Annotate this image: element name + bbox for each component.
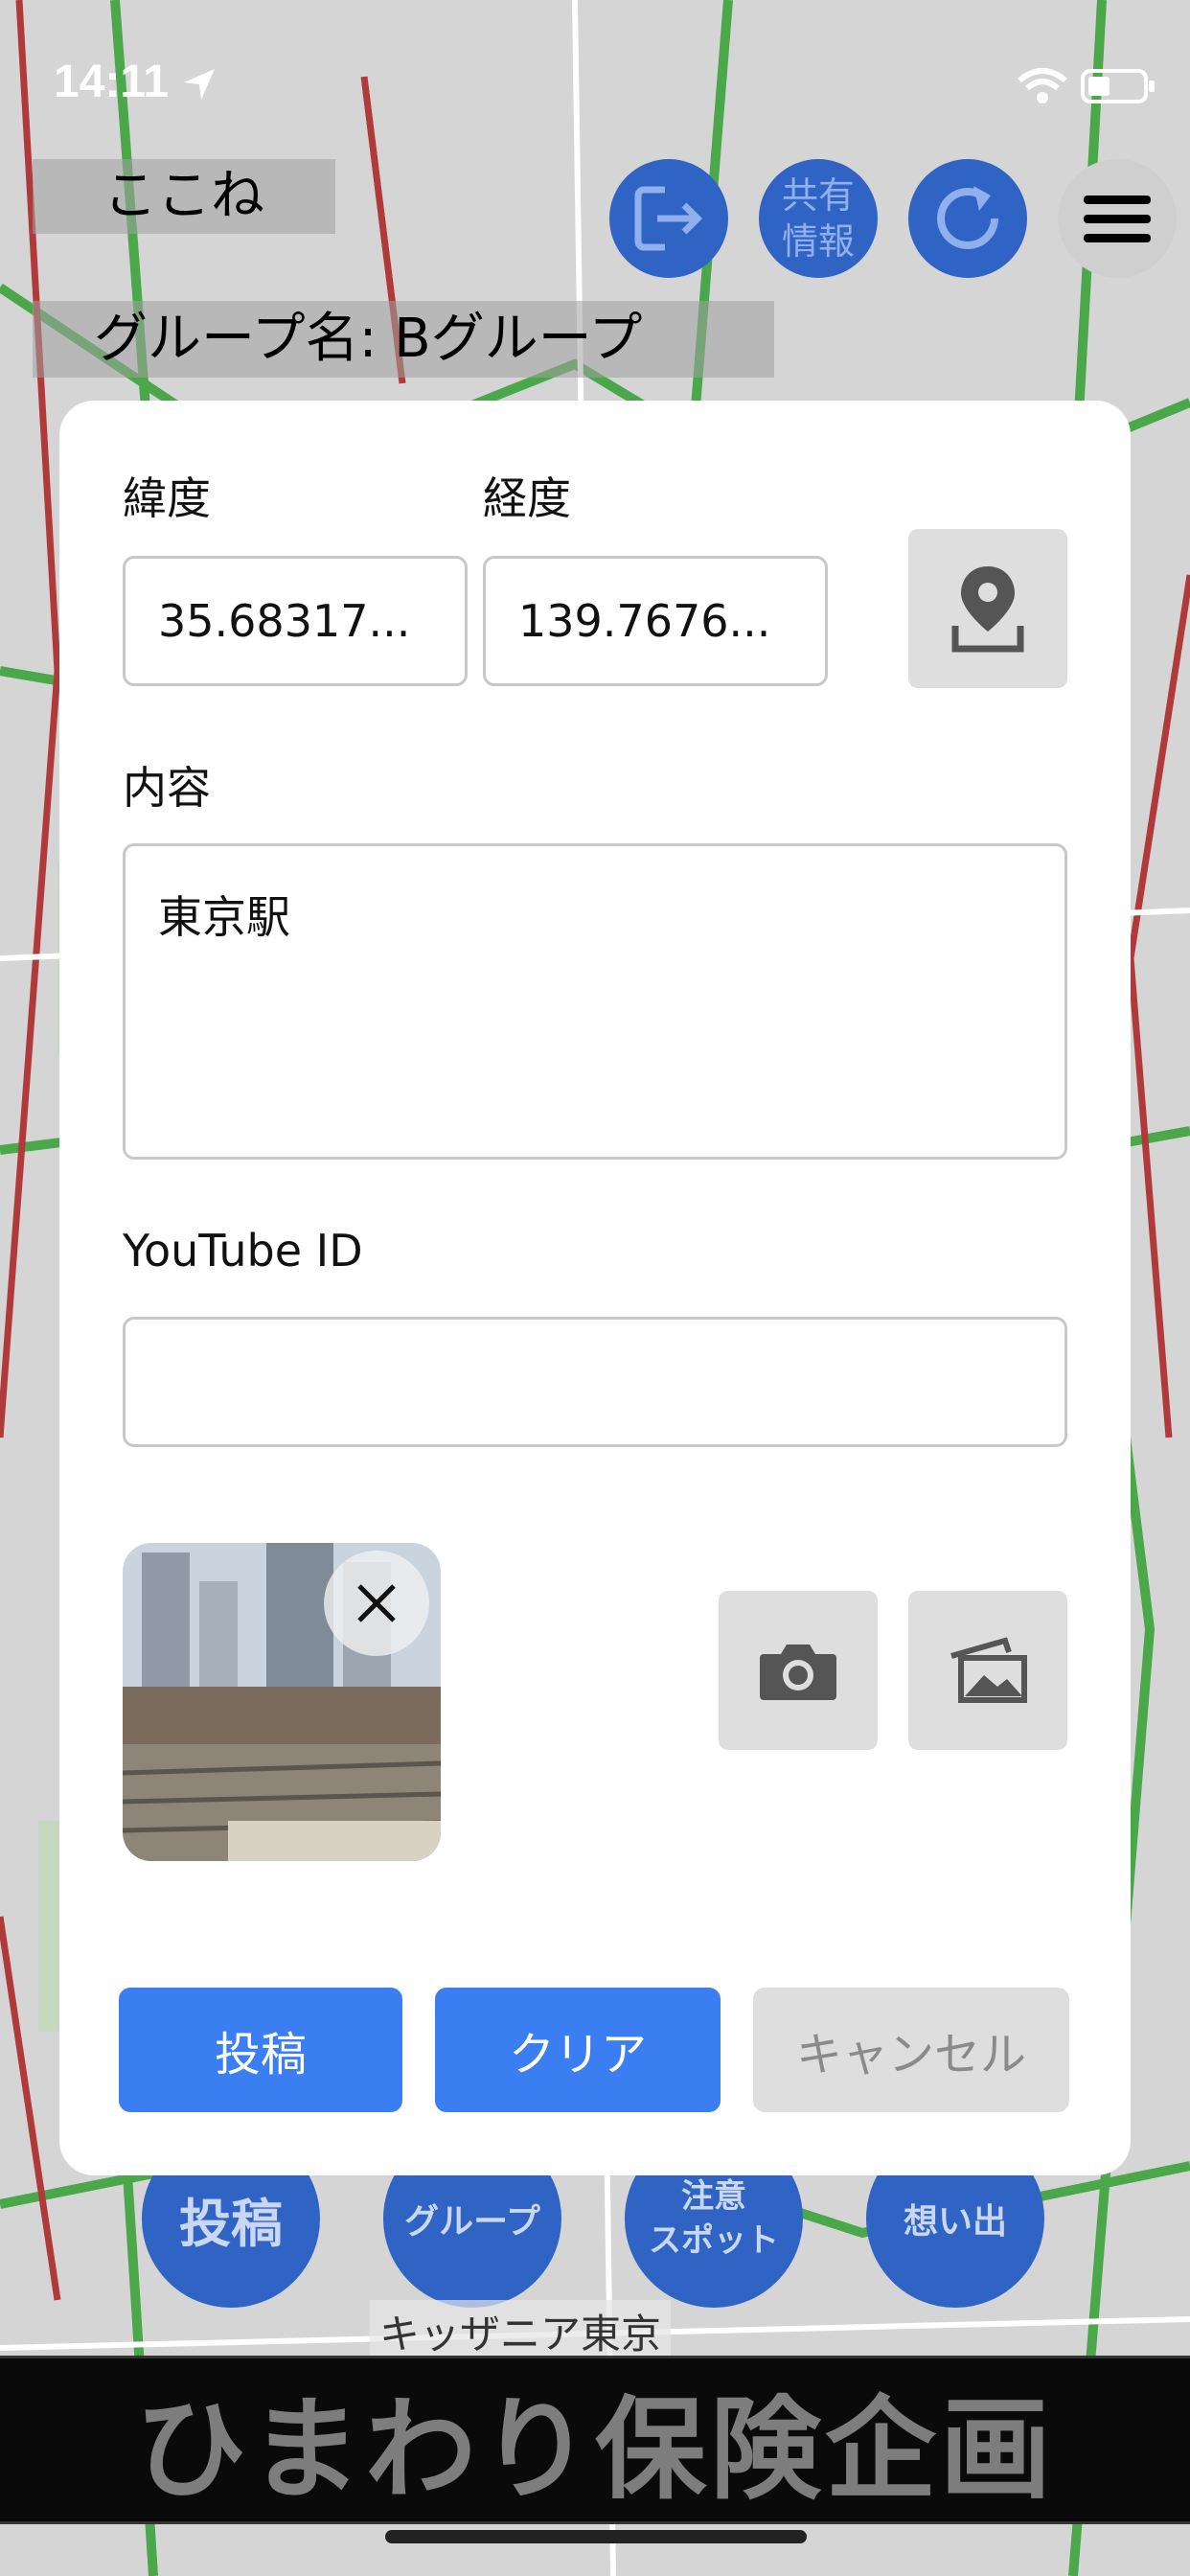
- photo-library-icon: [950, 1637, 1027, 1703]
- share-info-label-line2: 情報: [781, 220, 855, 263]
- battery-icon: [1081, 69, 1155, 104]
- wifi-icon: [1018, 68, 1067, 104]
- map-caution-label-line1: 注意: [681, 2177, 746, 2216]
- status-bar: 14:11: [0, 0, 1190, 144]
- submit-button[interactable]: 投稿: [119, 1988, 402, 2112]
- home-indicator: [385, 2530, 807, 2543]
- map-place-label: キッザニア東京: [370, 2300, 672, 2362]
- content-textarea[interactable]: 東京駅: [123, 843, 1067, 1160]
- hamburger-icon: [1084, 196, 1151, 242]
- cancel-button[interactable]: キャンセル: [753, 1988, 1069, 2112]
- location-arrow-icon: [184, 69, 215, 100]
- camera-button[interactable]: [719, 1591, 878, 1750]
- map-memories-label: 想い出: [903, 2202, 1007, 2242]
- ad-banner[interactable]: ひまわり保険企画: [0, 2356, 1190, 2524]
- map-pin-icon: [951, 566, 1024, 653]
- clear-button[interactable]: クリア: [435, 1988, 721, 2112]
- refresh-button[interactable]: [908, 159, 1027, 278]
- map-post-label: 投稿: [179, 2193, 283, 2254]
- close-icon: [357, 1584, 396, 1622]
- latitude-label: 緯度: [123, 472, 211, 524]
- content-label: 内容: [123, 762, 211, 814]
- youtube-id-label: YouTube ID: [123, 1225, 363, 1276]
- map-caution-label-line2: スポット: [649, 2221, 779, 2260]
- group-name-label: グループ名: Bグループ: [33, 301, 774, 378]
- longitude-label: 経度: [483, 472, 571, 524]
- longitude-field[interactable]: 139.7676...: [483, 556, 828, 686]
- menu-button[interactable]: [1058, 159, 1177, 278]
- current-location-button[interactable]: [908, 529, 1067, 688]
- post-form-modal: 緯度 経度 35.68317... 139.7676... 内容 東京駅 You…: [59, 401, 1131, 2175]
- map-group-label: グループ: [404, 2202, 540, 2242]
- share-info-label-line1: 共有: [781, 174, 855, 217]
- latitude-field[interactable]: 35.68317...: [123, 556, 468, 686]
- remove-photo-button[interactable]: [324, 1551, 429, 1656]
- app-title: ここね: [33, 159, 335, 234]
- share-info-button[interactable]: 共有 情報: [759, 159, 878, 278]
- camera-icon: [760, 1644, 836, 1700]
- status-time: 14:11: [54, 57, 170, 107]
- logout-button[interactable]: [609, 159, 728, 278]
- refresh-icon: [937, 186, 998, 249]
- exit-icon: [634, 186, 702, 251]
- youtube-id-field[interactable]: [123, 1317, 1067, 1447]
- photo-library-button[interactable]: [908, 1591, 1067, 1750]
